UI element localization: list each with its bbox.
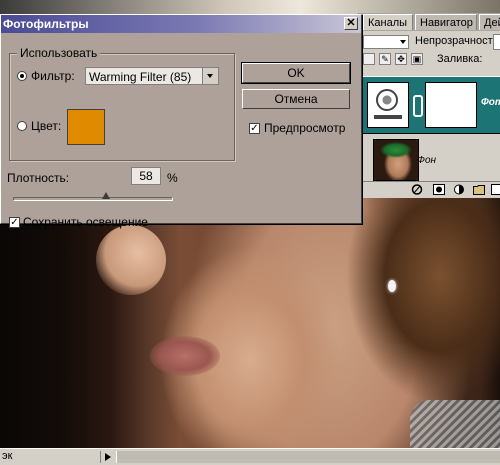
filter-radio-label[interactable]: Фильтр: (31, 69, 75, 83)
filter-select[interactable]: Warming Filter (85) (85, 67, 219, 85)
use-group-label: Использовать (17, 46, 101, 60)
status-text: эк (2, 450, 13, 462)
color-radio[interactable] (17, 121, 27, 131)
close-icon[interactable]: ✕ (344, 17, 358, 30)
ok-button[interactable]: OK (241, 62, 351, 84)
photo-filter-dialog: Фотофильтры ✕ Использовать Фильтр: Warmi… (0, 14, 362, 229)
lock-transparency-icon[interactable] (363, 53, 375, 65)
eye-icon[interactable] (361, 153, 371, 163)
lock-paint-icon[interactable]: ✎ (379, 53, 391, 65)
chevron-down-icon[interactable] (202, 68, 218, 84)
layer-name[interactable]: Фото (481, 97, 500, 108)
tab-navigator[interactable]: Навигатор (415, 14, 477, 30)
layer-thumbnail (373, 139, 419, 181)
dialog-title: Фотофильтры (3, 17, 89, 31)
cancel-button[interactable]: Отмена (242, 89, 350, 109)
layer-row-adjustment[interactable]: Фото (359, 76, 500, 134)
adjustment-layer-icon (367, 82, 409, 128)
dialog-titlebar[interactable]: Фотофильтры ✕ (1, 15, 361, 33)
color-swatch[interactable] (67, 109, 105, 145)
tab-actions[interactable]: Дейс (479, 14, 500, 30)
new-adjustment-icon[interactable] (453, 184, 465, 195)
density-input[interactable]: 58 (131, 167, 161, 185)
preserve-luminosity-label[interactable]: Сохранить освещение (23, 215, 148, 229)
lock-move-icon[interactable]: ✥ (395, 53, 407, 65)
tab-channels[interactable]: Каналы (363, 14, 413, 30)
status-bar: эк (0, 448, 500, 465)
filter-radio[interactable] (17, 71, 27, 81)
layer-mask-thumbnail[interactable] (425, 82, 477, 128)
new-layer-icon[interactable] (491, 184, 500, 195)
link-chain-icon[interactable] (413, 95, 423, 117)
add-mask-icon[interactable] (433, 184, 445, 195)
panel-tabs: Каналы Навигатор Дейс (359, 13, 500, 31)
density-unit: % (167, 171, 178, 185)
fill-label: Заливка: (437, 53, 483, 65)
density-label: Плотность: (7, 171, 70, 185)
photo-necklace (410, 400, 500, 448)
opacity-field[interactable] (493, 34, 500, 50)
color-radio-label[interactable]: Цвет: (31, 119, 61, 133)
preserve-luminosity-checkbox[interactable]: ✓ (9, 217, 20, 228)
opacity-label: Непрозрачность: (415, 35, 500, 47)
photo-lips (150, 336, 220, 376)
blend-mode-select[interactable] (363, 35, 409, 49)
layer-style-icon[interactable] (411, 184, 423, 195)
layers-panel-footer (359, 181, 500, 198)
lock-all-icon[interactable]: ▣ (411, 53, 423, 65)
new-folder-icon[interactable] (473, 184, 485, 195)
density-slider-thumb[interactable] (101, 192, 110, 199)
preview-label[interactable]: Предпросмотр (264, 121, 345, 135)
layers-panel: Каналы Навигатор Дейс Непрозрачность: ✎ … (358, 13, 500, 198)
horizontal-scrollbar[interactable] (116, 451, 500, 463)
layer-name[interactable]: Фон (417, 155, 436, 166)
photo-highlight (96, 225, 166, 295)
preview-checkbox[interactable]: ✓ (249, 123, 260, 134)
density-slider-track[interactable] (13, 197, 173, 201)
status-menu-arrow-icon[interactable] (100, 451, 115, 463)
photo-earring (388, 280, 396, 292)
filter-select-value: Warming Filter (85) (89, 70, 192, 84)
